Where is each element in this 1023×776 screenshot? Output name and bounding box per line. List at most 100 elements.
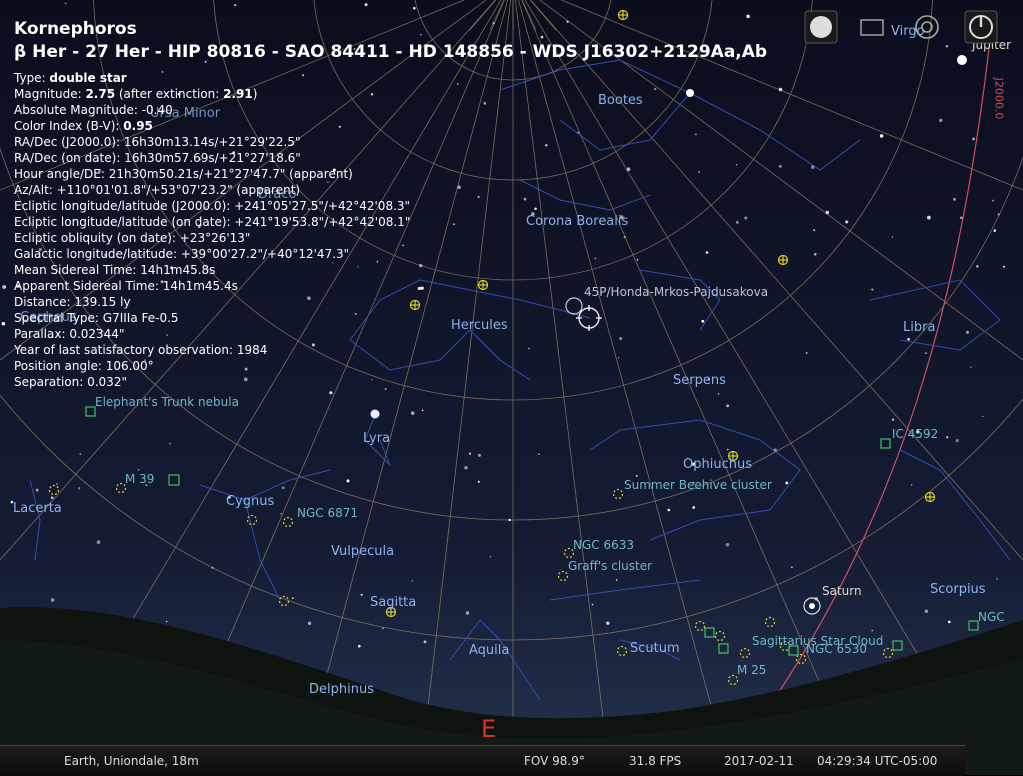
star <box>307 621 312 625</box>
star <box>508 518 511 522</box>
info-spectral: Spectral Type: G7IIIa Fe-0.5 <box>14 311 179 325</box>
label-ngc6633: NGC 6633 <box>573 538 635 552</box>
star <box>927 215 931 220</box>
target-icon <box>915 15 939 39</box>
status-time[interactable]: 04:29:34 UTC-05:00 <box>817 754 937 768</box>
star <box>717 393 720 395</box>
star <box>871 629 874 632</box>
object-info-panel: Kornephoros β Her - 27 Her - HIP 80816 -… <box>14 18 767 390</box>
star <box>726 448 729 451</box>
info-magnitude: Magnitude: 2.75 (after extinction: 2.91) <box>14 87 258 101</box>
label-ngc6530: NGC 6530 <box>806 642 868 656</box>
info-ecliptic-date: Ecliptic longitude/latitude (on date): +… <box>14 215 411 229</box>
star <box>976 265 979 268</box>
star <box>891 236 894 238</box>
star <box>993 229 997 232</box>
label-lacerta: Lacerta <box>13 501 62 516</box>
label-summer-beehive: Summer Beehive cluster <box>624 478 772 492</box>
star <box>814 253 817 256</box>
label-ngc6871: NGC 6871 <box>297 506 359 520</box>
info-separation: Separation: 0.032" <box>14 375 127 389</box>
star <box>871 288 874 291</box>
star <box>773 448 777 452</box>
star <box>1003 265 1006 268</box>
star <box>778 165 782 168</box>
star <box>966 330 969 334</box>
star <box>137 468 140 471</box>
star <box>50 598 55 602</box>
info-type: Type: double star <box>14 71 127 85</box>
star <box>925 352 927 354</box>
star <box>281 486 285 490</box>
info-ecliptic-j2000: Ecliptic longitude/latitude (J2000.0): +… <box>14 199 411 213</box>
star <box>997 213 1000 216</box>
object-designations: β Her - 27 Her - HIP 80816 - SAO 84411 -… <box>14 42 768 62</box>
star <box>939 118 943 123</box>
target-icon-inner <box>921 21 933 33</box>
star <box>946 436 949 439</box>
cardinal-east: E <box>481 715 497 743</box>
label-vulpecula: Vulpecula <box>331 544 395 559</box>
star <box>992 199 995 202</box>
star <box>982 415 984 418</box>
star <box>96 540 101 544</box>
info-color-index: Color Index (B-V): 0.95 <box>14 119 153 133</box>
planet-saturn[interactable] <box>809 603 815 609</box>
label-graffs: Graff's cluster <box>568 559 653 573</box>
label-lyra: Lyra <box>363 431 391 446</box>
night-mode-button[interactable] <box>804 10 838 44</box>
label-ngc-edge: NGC <box>978 610 1005 624</box>
star <box>811 165 815 169</box>
info-radec-j2000: RA/Dec (J2000.0): 16h30m13.14s/+21°29'22… <box>14 135 301 149</box>
info-parallax: Parallax: 0.02344" <box>14 327 125 341</box>
moon-icon <box>810 16 832 38</box>
star <box>778 87 783 92</box>
window-mode-button[interactable] <box>858 16 888 40</box>
star <box>477 480 480 483</box>
label-sagitta: Sagitta <box>370 595 417 610</box>
star <box>845 220 849 224</box>
info-absolute-magnitude: Absolute Magnitude: -0.40 <box>14 103 173 117</box>
status-fps: 31.8 FPS <box>629 754 682 768</box>
star <box>165 620 168 623</box>
target-button[interactable] <box>910 10 944 44</box>
label-cygnus: Cygnus <box>226 494 275 509</box>
star <box>805 352 808 354</box>
quit-button[interactable] <box>964 10 998 44</box>
star <box>78 487 81 490</box>
star <box>358 644 361 648</box>
info-hour-angle: Hour angle/DE: 21h30m50.21s/+21°27'47.7"… <box>14 167 353 181</box>
info-ecliptic-obliquity: Ecliptic obliquity (on date): +23°26'13" <box>14 231 251 245</box>
star-vega[interactable] <box>370 409 380 419</box>
star <box>79 453 81 455</box>
star <box>411 580 414 582</box>
star <box>234 3 237 7</box>
star <box>879 134 884 138</box>
info-mean-sidereal: Mean Sidereal Time: 14h1m45.8s <box>14 263 216 277</box>
star <box>410 411 415 415</box>
star <box>813 229 816 232</box>
star <box>615 579 618 581</box>
label-saturn: Saturn <box>822 584 862 598</box>
star <box>972 137 976 141</box>
star <box>948 620 951 624</box>
star <box>667 508 671 512</box>
label-scorpius: Scorpius <box>930 582 986 597</box>
star <box>825 210 829 215</box>
star <box>382 627 384 630</box>
status-fov: FOV 98.9° <box>524 754 585 768</box>
star <box>489 556 492 558</box>
star <box>464 465 468 470</box>
star <box>64 2 67 5</box>
status-location[interactable]: Earth, Uniondale, 18m <box>64 754 199 768</box>
star <box>970 366 972 368</box>
planet-jupiter[interactable] <box>957 55 967 65</box>
star <box>360 593 363 596</box>
status-date[interactable]: 2017-02-11 <box>724 754 794 768</box>
label-ophiuchus: Ophiuchus <box>683 457 752 472</box>
star <box>291 597 294 600</box>
star <box>211 566 214 569</box>
star <box>169 442 171 445</box>
star <box>911 484 913 486</box>
label-ic4592: IC 4592 <box>892 427 939 441</box>
